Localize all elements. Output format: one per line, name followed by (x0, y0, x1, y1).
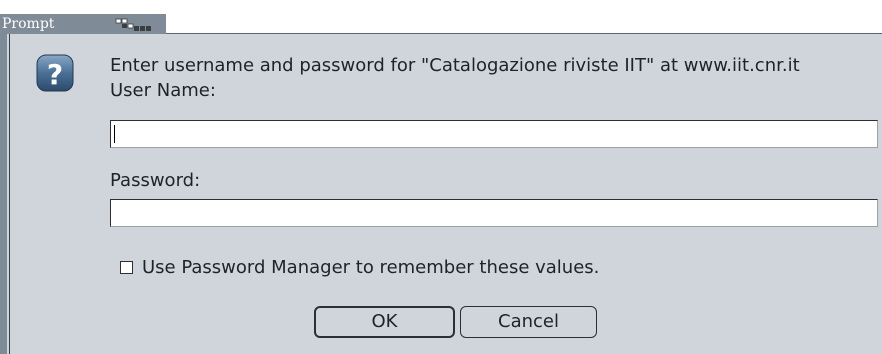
prompt-dialog: ? Enter username and password for "Catal… (0, 34, 882, 354)
text-caret (114, 125, 115, 143)
dialog-message: Enter username and password for "Catalog… (110, 55, 800, 76)
password-label: Password: (110, 170, 201, 191)
cancel-button[interactable]: Cancel (460, 306, 597, 338)
dialog-body: ? Enter username and password for "Catal… (9, 34, 882, 354)
ok-button[interactable]: OK (314, 306, 455, 338)
svg-text:?: ? (47, 58, 63, 91)
window-title: Prompt (2, 16, 55, 32)
remember-checkbox-label[interactable]: Use Password Manager to remember these v… (142, 256, 599, 280)
window-titlebar[interactable]: Prompt (0, 0, 882, 35)
username-field[interactable] (110, 120, 878, 148)
question-icon: ? (36, 54, 74, 92)
window-title-tab[interactable]: Prompt (0, 14, 166, 35)
password-field[interactable] (110, 199, 878, 227)
grip-icon (115, 18, 151, 31)
remember-checkbox[interactable] (120, 261, 133, 274)
username-label: User Name: (110, 80, 216, 101)
